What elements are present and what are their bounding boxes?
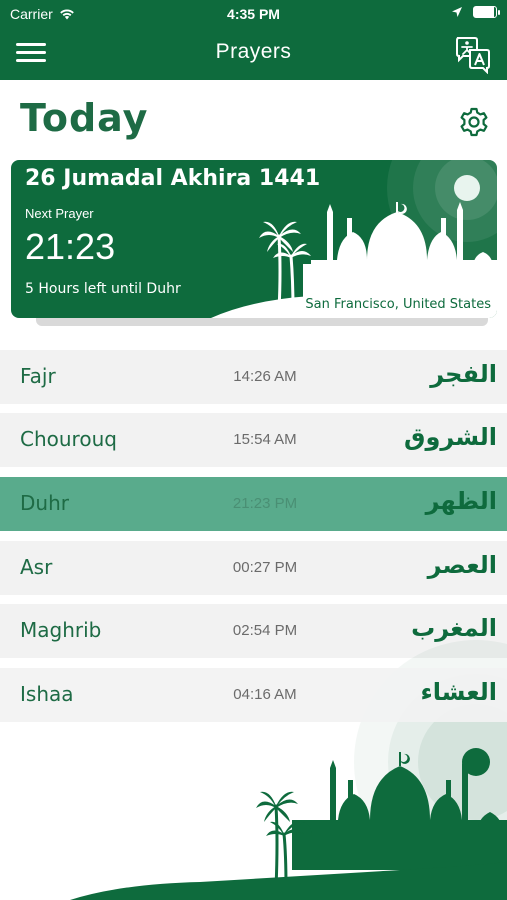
prayer-row-asr[interactable]: Asr 00:27 PM العصر [0, 541, 507, 595]
prayer-time: 00:27 PM [232, 559, 298, 576]
gear-icon[interactable] [458, 106, 490, 138]
prayer-time: 15:54 AM [233, 431, 297, 448]
prayer-arabic-name: الظهر [425, 487, 497, 515]
prayer-row-fajr[interactable]: Fajr 14:26 AM الفجر [0, 350, 507, 404]
header-bar: Carrier 4:35 PM Prayers [0, 0, 507, 80]
page-title: Today [20, 96, 149, 140]
prayer-name: Duhr [20, 491, 69, 515]
status-bar: Carrier 4:35 PM [0, 0, 507, 28]
next-prayer-label: Next Prayer [25, 206, 94, 221]
prayer-arabic-name: المغرب [411, 614, 497, 642]
time-left-text: 5 Hours left until Duhr [25, 281, 181, 297]
prayer-name: Chourouq [20, 427, 117, 451]
next-prayer-time: 21:23 [25, 226, 116, 267]
status-time: 4:35 PM [227, 6, 280, 22]
prayer-name: Ishaa [20, 682, 74, 706]
prayer-name: Fajr [20, 364, 56, 388]
prayer-arabic-name: العشاء [420, 678, 498, 706]
prayer-row-ishaa[interactable]: Ishaa 04:16 AM العشاء [0, 668, 507, 722]
prayer-row-chourouq[interactable]: Chourouq 15:54 AM الشروق [0, 413, 507, 467]
prayer-name: Maghrib [20, 618, 102, 642]
nav-title: Prayers [215, 40, 292, 63]
battery-icon [473, 6, 500, 18]
prayer-time: 04:16 AM [233, 686, 297, 703]
prayer-time: 02:54 PM [232, 622, 298, 639]
navbar: Prayers [0, 28, 507, 80]
prayer-arabic-name: العصر [427, 551, 497, 579]
next-prayer-card[interactable]: 26 Jumadal Akhira 1441 Next Prayer 21:23… [11, 160, 497, 318]
translate-icon[interactable] [453, 34, 493, 74]
prayer-arabic-name: الشروق [404, 423, 497, 451]
location-arrow-icon [452, 7, 462, 17]
hijri-date: 26 Jumadal Akhira 1441 [25, 166, 321, 191]
battery-level [474, 7, 495, 17]
prayer-time: 21:23 PM [232, 495, 298, 512]
prayer-arabic-name: الفجر [430, 360, 497, 388]
prayer-row-duhr[interactable]: Duhr 21:23 PM الظهر [0, 477, 507, 531]
status-right [451, 6, 500, 18]
prayer-name: Asr [20, 555, 53, 579]
prayer-time: 14:26 AM [233, 368, 297, 385]
location-label: San Francisco, United States [305, 297, 491, 312]
